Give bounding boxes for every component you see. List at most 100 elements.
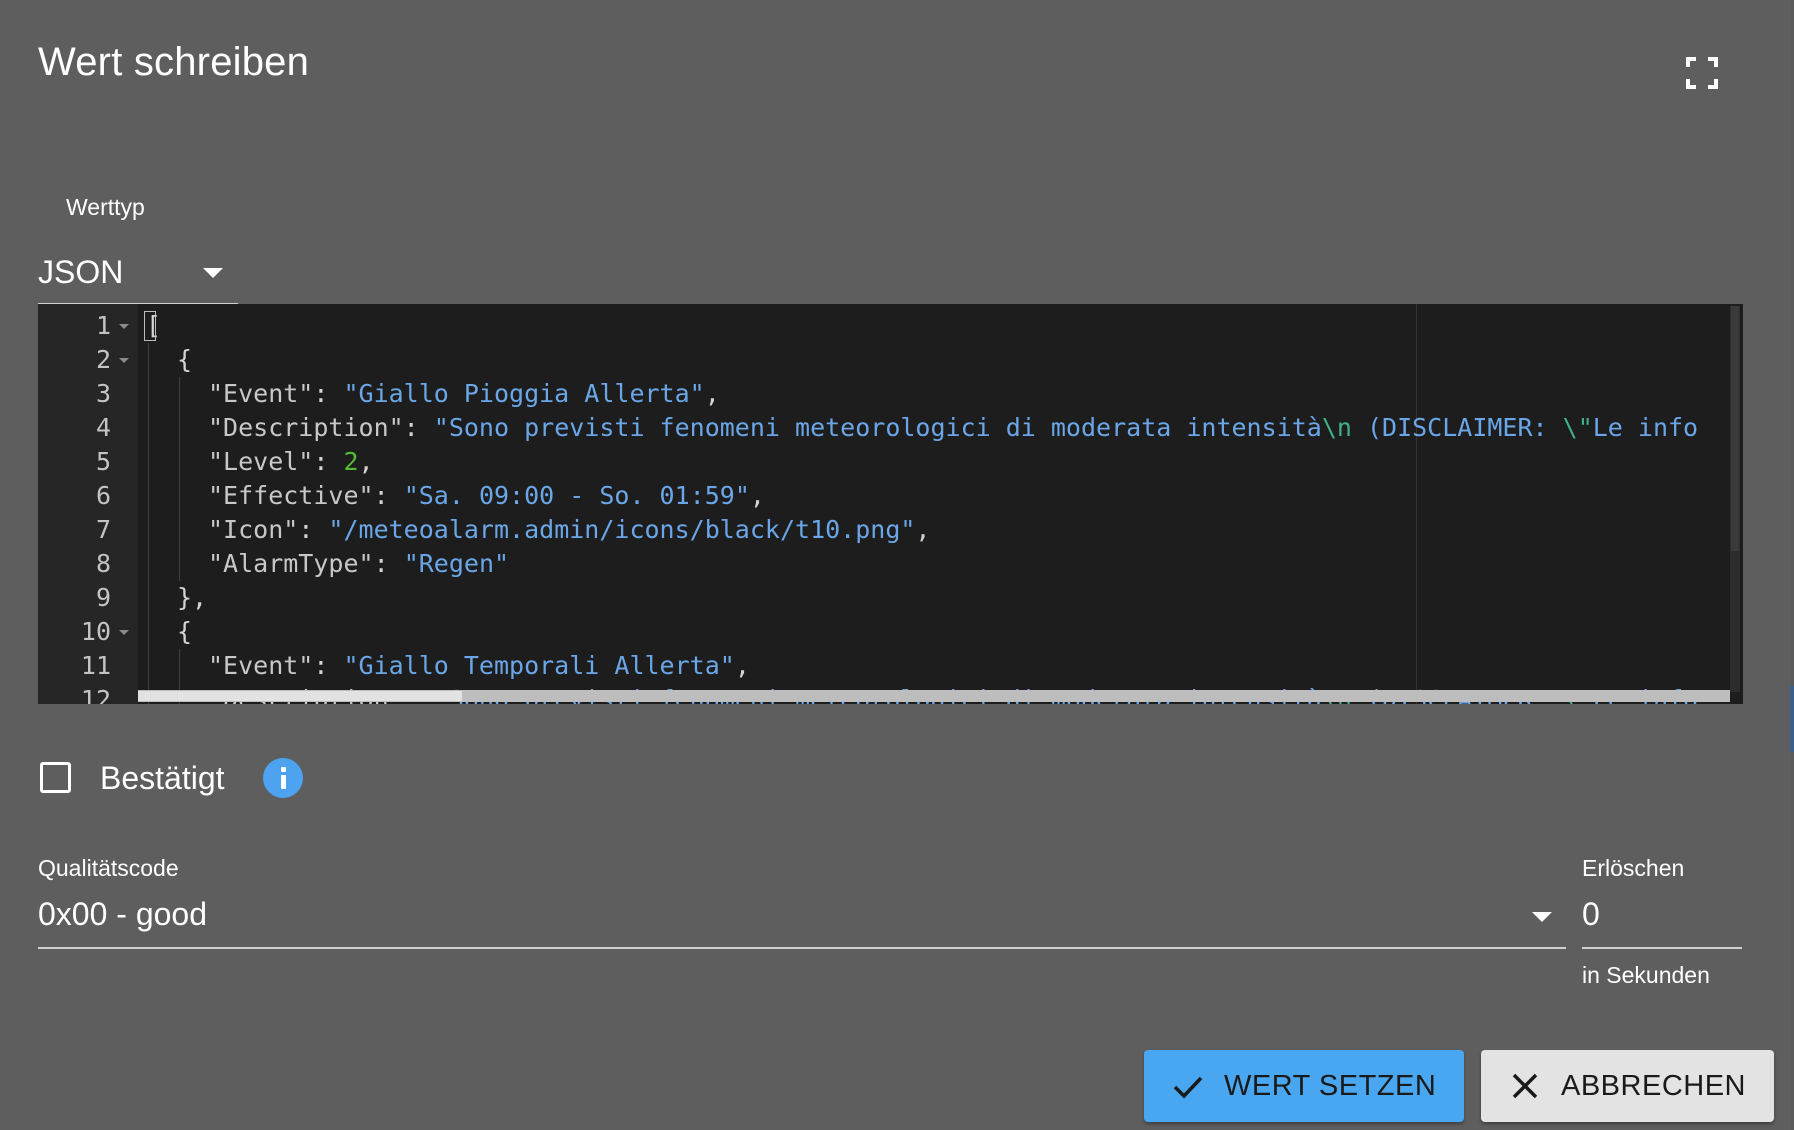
code-line[interactable]: "Icon": "/meteoalarm.admin/icons/black/t…: [208, 513, 930, 547]
quality-label: Qualitätscode: [38, 855, 179, 881]
dialog-title: Wert schreiben: [38, 40, 310, 84]
indent-guide: [148, 547, 149, 581]
expire-value[interactable]: 0: [1582, 896, 1600, 933]
code-token: "Icon": [208, 515, 299, 544]
chevron-down-icon: [1532, 912, 1552, 922]
set-value-button[interactable]: WERT SETZEN: [1144, 1050, 1464, 1122]
line-number: 10: [80, 617, 111, 646]
indent-guide: [148, 649, 149, 683]
code-line[interactable]: "AlarmType": "Regen": [208, 547, 509, 581]
json-editor[interactable]: 1 2 3 4 5 6 7 8 9 10 11 12 [{"Event": "Giallo Piogg…: [38, 304, 1743, 704]
acknowledged-label[interactable]: Bestätigt: [100, 760, 225, 797]
indent-guide: [179, 411, 180, 445]
expire-helper-text: in Sekunden: [1582, 962, 1710, 988]
chevron-down-icon: [203, 268, 223, 278]
fold-toggle-icon[interactable]: [119, 324, 129, 329]
code-line[interactable]: "Event": "Giallo Pioggia Allerta",: [208, 377, 720, 411]
code-token: :: [313, 651, 344, 680]
close-icon: [1509, 1070, 1541, 1102]
code-token: \": [1562, 413, 1593, 442]
line-number: 8: [95, 549, 111, 578]
fold-toggle-icon[interactable]: [119, 630, 129, 635]
code-line[interactable]: {: [177, 343, 192, 377]
code-token: :: [298, 515, 329, 544]
code-token: ,: [704, 379, 720, 408]
line-number: 9: [95, 583, 111, 612]
value-type-value: JSON: [38, 254, 124, 290]
code-token: ,: [358, 447, 374, 476]
horizontal-scrollbar[interactable]: [138, 690, 1730, 702]
code-line[interactable]: "Event": "Giallo Temporali Allerta",: [208, 649, 750, 683]
code-token: :: [373, 549, 404, 578]
line-number: 4: [95, 413, 111, 442]
code-token: "Level": [208, 447, 314, 476]
vertical-scrollbar[interactable]: [1730, 306, 1740, 692]
info-icon-bar: [281, 775, 286, 789]
quality-value: 0x00 - good: [38, 896, 208, 932]
code-token: {: [177, 617, 193, 646]
code-token: "Giallo Temporali Allerta": [343, 651, 735, 680]
cancel-button[interactable]: ABBRECHEN: [1481, 1050, 1774, 1122]
line-number: 5: [95, 447, 111, 476]
quality-select[interactable]: 0x00 - good: [38, 885, 1566, 949]
line-number: 6: [95, 481, 111, 510]
indent-guide: [148, 581, 149, 615]
line-number: 12: [80, 685, 111, 704]
code-token: (DISCLAIMER:: [1351, 413, 1563, 442]
code-token: "Sono previsti fenomeni meteorologici di…: [433, 413, 1322, 442]
code-token: "Giallo Pioggia Allerta": [343, 379, 705, 408]
code-line[interactable]: "Description": "Sono previsti fenomeni m…: [208, 411, 1698, 445]
editor-gutter: 1 2 3 4 5 6 7 8 9 10 11 12: [38, 304, 138, 704]
indent-guide: [179, 513, 180, 547]
code-token: :: [313, 447, 344, 476]
editor-code[interactable]: [{"Event": "Giallo Pioggia Allerta", "Des…: [138, 304, 1728, 704]
value-type-label: Werttyp: [66, 194, 145, 220]
indent-guide: [179, 547, 180, 581]
expire-label: Erlöschen: [1582, 855, 1685, 881]
code-token: "Sa. 09:00 - So. 01:59": [403, 481, 750, 510]
code-token: ,: [734, 651, 750, 680]
indent-guide: [148, 479, 149, 513]
indent-guide: [148, 343, 149, 377]
code-token: ,: [749, 481, 765, 510]
fold-toggle-icon[interactable]: [119, 358, 129, 363]
code-token: :: [313, 379, 344, 408]
code-line[interactable]: },: [177, 581, 207, 615]
info-icon[interactable]: [263, 758, 303, 798]
code-token: "/meteoalarm.admin/icons/black/t10.png": [328, 515, 916, 544]
check-icon: [1172, 1070, 1204, 1102]
info-icon-dot: [281, 767, 286, 772]
code-token: "Effective": [208, 481, 374, 510]
indent-guide: [148, 411, 149, 445]
code-token: ,: [915, 515, 931, 544]
indent-guide: [148, 445, 149, 479]
code-token: "Event": [208, 651, 314, 680]
indent-guide: [148, 615, 149, 649]
value-type-select[interactable]: JSON: [38, 243, 238, 305]
horizontal-scrollbar-thumb[interactable]: [138, 691, 462, 701]
code-token: "Event": [208, 379, 314, 408]
code-line[interactable]: {: [177, 615, 192, 649]
code-line[interactable]: "Level": 2,: [208, 445, 374, 479]
code-token: :: [403, 413, 434, 442]
line-number: 11: [80, 651, 111, 680]
indent-guide: [148, 513, 149, 547]
code-token: "Description": [208, 413, 404, 442]
bracket-highlight: [144, 311, 156, 341]
acknowledged-checkbox[interactable]: [40, 762, 71, 793]
code-token: "AlarmType": [208, 549, 374, 578]
code-token: "Regen": [403, 549, 510, 578]
expire-input[interactable]: 0: [1582, 885, 1742, 949]
vertical-scrollbar-thumb[interactable]: [1731, 306, 1739, 551]
indent-guide: [148, 377, 149, 411]
code-token: {: [177, 345, 193, 374]
code-line[interactable]: "Effective": "Sa. 09:00 - So. 01:59",: [208, 479, 765, 513]
line-number: 7: [95, 515, 111, 544]
fullscreen-icon[interactable]: [1686, 57, 1718, 89]
code-token: Le info: [1592, 413, 1699, 442]
line-number: 1: [95, 311, 111, 340]
indent-guide: [179, 377, 180, 411]
line-number: 3: [95, 379, 111, 408]
code-token: :: [373, 481, 404, 510]
indent-guide: [179, 649, 180, 683]
